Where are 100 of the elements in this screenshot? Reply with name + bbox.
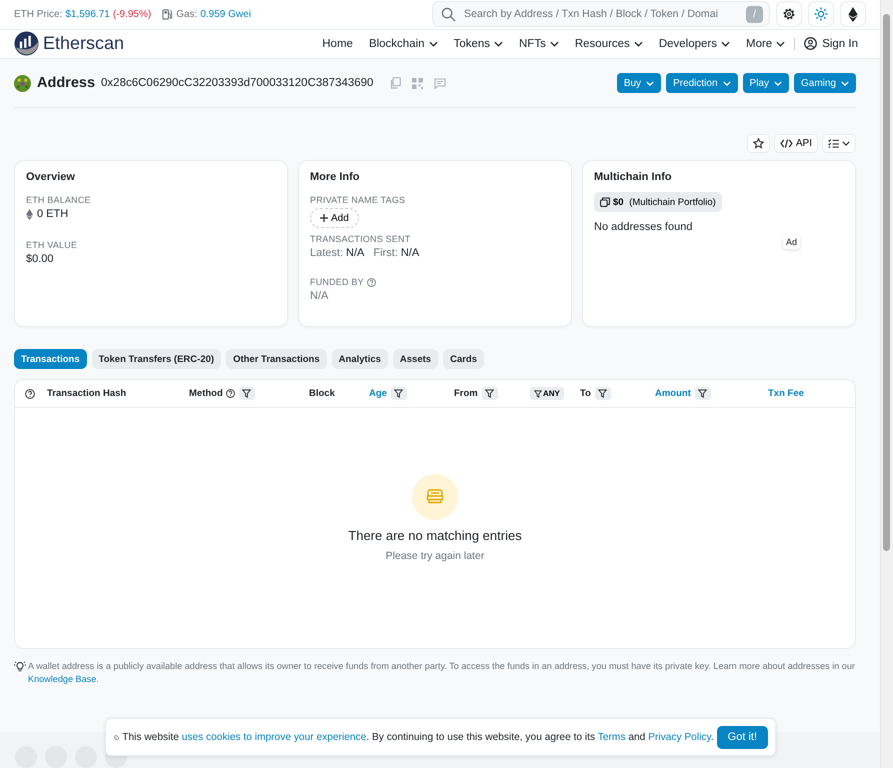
field-label: FUNDED BY bbox=[310, 277, 364, 287]
filter-icon bbox=[598, 389, 608, 398]
dropdown-button[interactable]: Gaming bbox=[794, 73, 856, 93]
chevron-down-icon bbox=[841, 80, 849, 86]
tab[interactable]: Assets bbox=[392, 349, 438, 369]
sun-icon bbox=[814, 7, 828, 22]
cookie-link[interactable]: uses cookies to improve your experience bbox=[182, 732, 366, 742]
logo-text[interactable]: Etherscan bbox=[43, 33, 124, 54]
cookie-link[interactable]: Terms bbox=[598, 732, 626, 742]
filter-button[interactable] bbox=[694, 387, 711, 400]
filter-button[interactable] bbox=[238, 387, 255, 400]
column-header[interactable]: Txn Fee bbox=[768, 388, 804, 399]
eth-value: $0.00 bbox=[26, 253, 55, 265]
nav-link[interactable]: Developers bbox=[650, 38, 738, 50]
chevron-down-icon bbox=[634, 40, 643, 47]
nav-link[interactable]: Tokens bbox=[446, 38, 511, 50]
code-icon bbox=[780, 139, 793, 148]
ethereum-icon bbox=[26, 208, 33, 220]
scrollbar[interactable] bbox=[880, 0, 893, 768]
gas-value[interactable]: 0.959 Gwei bbox=[200, 8, 251, 20]
cookie-link[interactable]: Privacy Policy bbox=[648, 732, 711, 742]
column-header: Block bbox=[309, 388, 335, 399]
nav-link[interactable]: NFTs bbox=[511, 38, 567, 50]
funded-by-value: N/A bbox=[310, 290, 330, 302]
tab[interactable]: Transactions bbox=[14, 349, 87, 369]
tab[interactable]: Cards bbox=[443, 349, 484, 369]
filter-button[interactable] bbox=[482, 387, 498, 400]
filter-icon bbox=[394, 389, 404, 398]
dropdown-button[interactable]: Buy bbox=[616, 73, 662, 93]
tab[interactable]: Analytics bbox=[332, 349, 388, 369]
field-label: ETH VALUE bbox=[26, 240, 78, 250]
card-title: Multichain Info bbox=[594, 171, 673, 183]
shortcut-key: / bbox=[746, 6, 763, 23]
latest-label: Latest: bbox=[310, 247, 344, 259]
info-note: A wallet address is a publicly available address that allows its owner to receive funds from another party. To access the funds in an address, you must have its private key. Learn more about addresses in our Knowledge Base. bbox=[28, 660, 856, 686]
eth-price[interactable]: $1,596.71 bbox=[65, 8, 110, 20]
nav-link[interactable]: More bbox=[738, 38, 794, 50]
filter-chip[interactable]: ANY bbox=[530, 387, 564, 400]
plus-icon bbox=[320, 214, 328, 222]
filter-icon bbox=[242, 389, 252, 398]
field-label: ETH BALANCE bbox=[26, 195, 92, 205]
ad-badge: Ad bbox=[783, 235, 800, 249]
gas-pump-icon bbox=[162, 8, 174, 20]
column-header: Transaction Hash bbox=[47, 388, 126, 399]
nav-link[interactable]: Blockchain bbox=[360, 38, 446, 50]
first-label: First: bbox=[373, 247, 398, 259]
dropdown-button[interactable]: Prediction bbox=[666, 73, 738, 93]
chevron-down-icon bbox=[842, 141, 850, 146]
sign-in-link[interactable]: Sign In bbox=[796, 37, 866, 50]
empty-hint: Please try again later bbox=[386, 550, 484, 562]
add-tag-button[interactable]: Add bbox=[310, 208, 359, 228]
view-options-button[interactable] bbox=[822, 134, 856, 153]
card-title: Overview bbox=[26, 171, 76, 183]
filter-button[interactable] bbox=[390, 387, 407, 400]
favorite-button[interactable] bbox=[746, 134, 770, 153]
column-header[interactable]: Age bbox=[369, 388, 387, 399]
filter-icon bbox=[534, 390, 542, 398]
lightbulb-icon bbox=[14, 661, 26, 672]
network-button[interactable] bbox=[840, 1, 866, 28]
chevron-down-icon bbox=[720, 40, 730, 47]
column-header: Method bbox=[189, 388, 223, 399]
filter-icon bbox=[698, 389, 708, 398]
stack-icon bbox=[600, 197, 610, 207]
search-icon bbox=[441, 6, 456, 22]
eth-balance: 0 ETH bbox=[37, 208, 68, 220]
filter-icon bbox=[485, 389, 494, 398]
portfolio-button[interactable]: $0 (Multichain Portfolio) bbox=[594, 192, 722, 212]
chevron-down-icon bbox=[494, 40, 503, 47]
checklist-icon bbox=[828, 139, 839, 148]
user-icon bbox=[804, 37, 818, 50]
field-label: TRANSACTIONS SENT bbox=[310, 234, 412, 244]
column-header[interactable]: Amount bbox=[655, 388, 691, 399]
eth-price-label: ETH Price: bbox=[14, 8, 62, 20]
address-hash: 0x28c6C06290cC32203393d700033120C387343690 bbox=[101, 77, 374, 89]
empty-message: No addresses found bbox=[594, 221, 694, 233]
chevron-down-icon bbox=[774, 80, 782, 86]
chevron-down-icon bbox=[776, 40, 786, 47]
accept-button[interactable]: Got it! bbox=[716, 726, 768, 748]
filter-button[interactable] bbox=[594, 387, 611, 400]
card-title: More Info bbox=[310, 171, 360, 183]
help-icon[interactable] bbox=[25, 388, 35, 398]
ethereum-icon bbox=[848, 6, 858, 22]
tab[interactable]: Other Transactions bbox=[226, 349, 327, 369]
settings-button[interactable] bbox=[776, 1, 802, 28]
cookie-message: This website uses cookies to improve your experience. By continuing to use this website, you agree to its Terms and Privacy Policy. bbox=[122, 732, 714, 742]
avatar-icon bbox=[14, 74, 31, 92]
api-button[interactable]: API bbox=[774, 134, 818, 153]
search-input[interactable]: Search by Address / Txn Hash / Block / Token / Domai bbox=[462, 7, 740, 22]
field-label: PRIVATE NAME TAGS bbox=[310, 195, 406, 205]
empty-title: There are no matching entries bbox=[348, 528, 522, 543]
help-icon bbox=[366, 278, 376, 286]
theme-button[interactable] bbox=[808, 1, 834, 28]
knowledge-base-link[interactable]: Knowledge Base bbox=[28, 674, 96, 684]
dropdown-button[interactable]: Play bbox=[742, 73, 789, 93]
tab[interactable]: Token Transfers (ERC-20) bbox=[92, 349, 222, 369]
chevron-down-icon bbox=[428, 40, 438, 47]
latest-value: N/A bbox=[346, 247, 364, 259]
first-value: N/A bbox=[400, 247, 420, 259]
nav-link[interactable]: Home bbox=[314, 38, 361, 50]
nav-link[interactable]: Resources bbox=[566, 38, 651, 50]
